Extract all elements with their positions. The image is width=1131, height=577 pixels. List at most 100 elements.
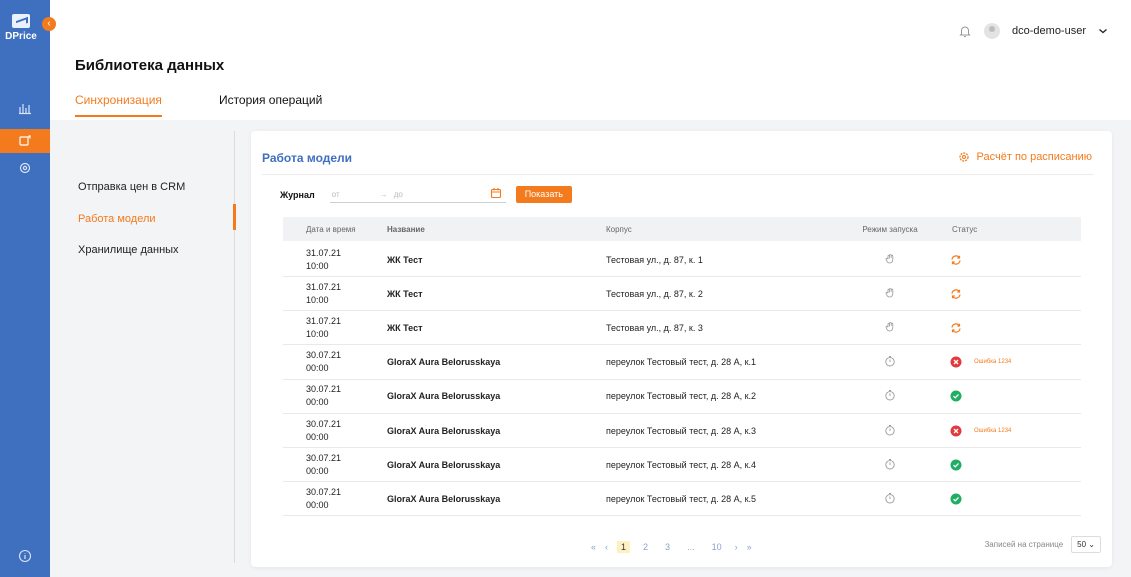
per-page-label: Записей на странице <box>984 540 1064 549</box>
show-button[interactable]: Показать <box>515 186 572 203</box>
timer-icon <box>885 458 895 470</box>
col-header-status[interactable]: Статус <box>940 225 1081 234</box>
page-3-button[interactable]: 3 <box>661 541 674 553</box>
table-row[interactable]: 31.07.21 10:00 ЖК Тест Тестовая ул., д. 87,… <box>283 243 1081 277</box>
nav-analytics[interactable] <box>0 96 50 120</box>
tab-history[interactable]: История операций <box>219 93 322 117</box>
error-icon <box>950 425 962 436</box>
cell-time: 00:00 <box>306 397 329 408</box>
nav-settings[interactable] <box>0 156 50 180</box>
table-row[interactable]: 30.07.21 00:00 GloraX Aura Belorusskaya пер… <box>283 482 1081 517</box>
cell-time: 00:00 <box>306 499 329 510</box>
hand-icon <box>885 287 894 298</box>
journal-filter: Журнал от → до Показать <box>280 186 572 203</box>
col-header-name[interactable]: Название <box>387 225 606 234</box>
table-row[interactable]: 31.07.21 10:00 ЖК Тест Тестовая ул., д. 87,… <box>283 311 1081 346</box>
table-row[interactable]: 30.07.21 00:00 GloraX Aura Belorusskaya пер… <box>283 380 1081 414</box>
cell-time: 10:00 <box>306 294 329 305</box>
page-ellipsis: ... <box>687 542 695 552</box>
nav-info[interactable] <box>0 544 50 568</box>
cell-status: Ошибка 1234 <box>940 425 1081 437</box>
cell-time: 00:00 <box>306 363 329 374</box>
cell-building: Тестовая ул., д. 87, к. 1 <box>606 254 703 265</box>
cell-datetime: 30.07.21 00:00 <box>283 383 387 409</box>
cell-building: переулок Тестовый тест, д. 28 А, к.2 <box>606 391 757 402</box>
section-menu: Отправка цен в CRM Работа модели Хранили… <box>50 121 236 577</box>
page-title: Библиотека данных <box>75 57 225 74</box>
success-icon <box>950 390 962 402</box>
chevron-down-icon <box>1099 29 1107 34</box>
card-divider <box>262 174 1094 175</box>
success-icon <box>950 459 962 471</box>
nav-library[interactable] <box>0 129 50 153</box>
table-row[interactable]: 31.07.21 10:00 ЖК Тест Тестовая ул., д. 87,… <box>283 277 1081 312</box>
status-text: Ошибка 1234 <box>974 359 1012 366</box>
success-icon <box>950 493 962 505</box>
date-from-input[interactable]: от <box>332 190 380 199</box>
filter-label: Журнал <box>280 189 315 200</box>
table-row[interactable]: 30.07.21 00:00 GloraX Aura Belorusskaya пер… <box>283 346 1081 380</box>
cell-building: переулок Тестовый тест, д. 28 А, к.4 <box>606 459 757 470</box>
sidebar-collapse-button[interactable]: ‹ <box>42 17 56 31</box>
cell-datetime: 30.07.21 00:00 <box>283 418 387 444</box>
page-tabs: Синхронизация История операций <box>75 93 322 117</box>
menu-item-storage[interactable]: Хранилище данных <box>78 244 179 256</box>
user-menu[interactable]: dco-demo-user <box>958 23 1108 39</box>
cell-name: ЖК Тест <box>387 288 423 299</box>
menu-active-indicator <box>233 204 236 230</box>
col-header-date[interactable]: Дата и время <box>283 223 387 236</box>
cell-mode <box>840 287 940 301</box>
timer-icon <box>885 492 895 504</box>
menu-divider <box>234 131 235 563</box>
model-card: Работа модели Расчёт по расписанию Журна… <box>251 131 1112 567</box>
table-header: Дата и время Название Корпус Режим запус… <box>283 217 1081 241</box>
cell-building: Тестовая ул., д. 87, к. 3 <box>606 322 703 333</box>
col-header-mode[interactable]: Режим запуска <box>840 225 940 234</box>
date-range-picker[interactable]: от → до <box>329 186 506 203</box>
cell-name: ЖК Тест <box>387 322 423 333</box>
cell-status <box>940 459 1081 471</box>
table-row[interactable]: 30.07.21 00:00 GloraX Aura Belorusskaya пер… <box>283 414 1081 448</box>
cell-date: 30.07.21 <box>306 486 342 497</box>
tab-sync[interactable]: Синхронизация <box>75 93 162 117</box>
menu-item-crm[interactable]: Отправка цен в CRM <box>78 181 185 193</box>
bell-icon[interactable] <box>958 24 972 38</box>
username: dco-demo-user <box>1012 25 1086 37</box>
gear-icon <box>958 152 969 162</box>
per-page-select[interactable]: 50 ⌄ <box>1071 536 1101 553</box>
next-page-button[interactable]: › <box>735 542 738 552</box>
settings-icon <box>19 162 31 174</box>
cell-date: 31.07.21 <box>306 315 342 326</box>
cell-status <box>940 254 1081 266</box>
cell-building: переулок Тестовый тест, д. 28 А, к.3 <box>606 425 757 436</box>
app-logo[interactable]: DPrice <box>4 12 38 46</box>
arrow-right-icon: → <box>379 189 388 199</box>
last-page-button[interactable]: » <box>747 542 752 552</box>
sync-icon <box>951 323 961 333</box>
pagination: « ‹ 1 2 3 ... 10 › » <box>591 541 752 553</box>
menu-item-model[interactable]: Работа модели <box>78 213 156 225</box>
cell-mode <box>840 492 940 506</box>
logo-chart-icon <box>12 14 30 28</box>
avatar-icon <box>984 23 1001 39</box>
page-10-button[interactable]: 10 <box>708 541 726 553</box>
page-2-button[interactable]: 2 <box>639 541 652 553</box>
cell-status <box>940 493 1081 505</box>
calendar-icon[interactable] <box>490 187 502 199</box>
logo-text: DPrice <box>5 31 37 42</box>
cell-mode <box>840 355 940 369</box>
first-page-button[interactable]: « <box>591 542 596 552</box>
col-header-building[interactable]: Корпус <box>606 225 840 234</box>
table-row[interactable]: 30.07.21 00:00 GloraX Aura Belorusskaya пер… <box>283 448 1081 483</box>
chart-icon <box>19 104 31 115</box>
cell-name: GloraX Aura Belorusskaya <box>387 425 501 436</box>
cell-datetime: 31.07.21 10:00 <box>283 247 387 273</box>
page-1-button[interactable]: 1 <box>617 541 631 553</box>
schedule-button[interactable]: Расчёт по расписанию <box>958 151 1092 163</box>
cell-name: GloraX Aura Belorusskaya <box>387 459 501 470</box>
prev-page-button[interactable]: ‹ <box>605 542 608 552</box>
cell-time: 10:00 <box>306 328 329 339</box>
sync-icon <box>951 254 961 265</box>
library-icon <box>19 135 31 146</box>
date-to-input[interactable]: до <box>394 190 434 199</box>
